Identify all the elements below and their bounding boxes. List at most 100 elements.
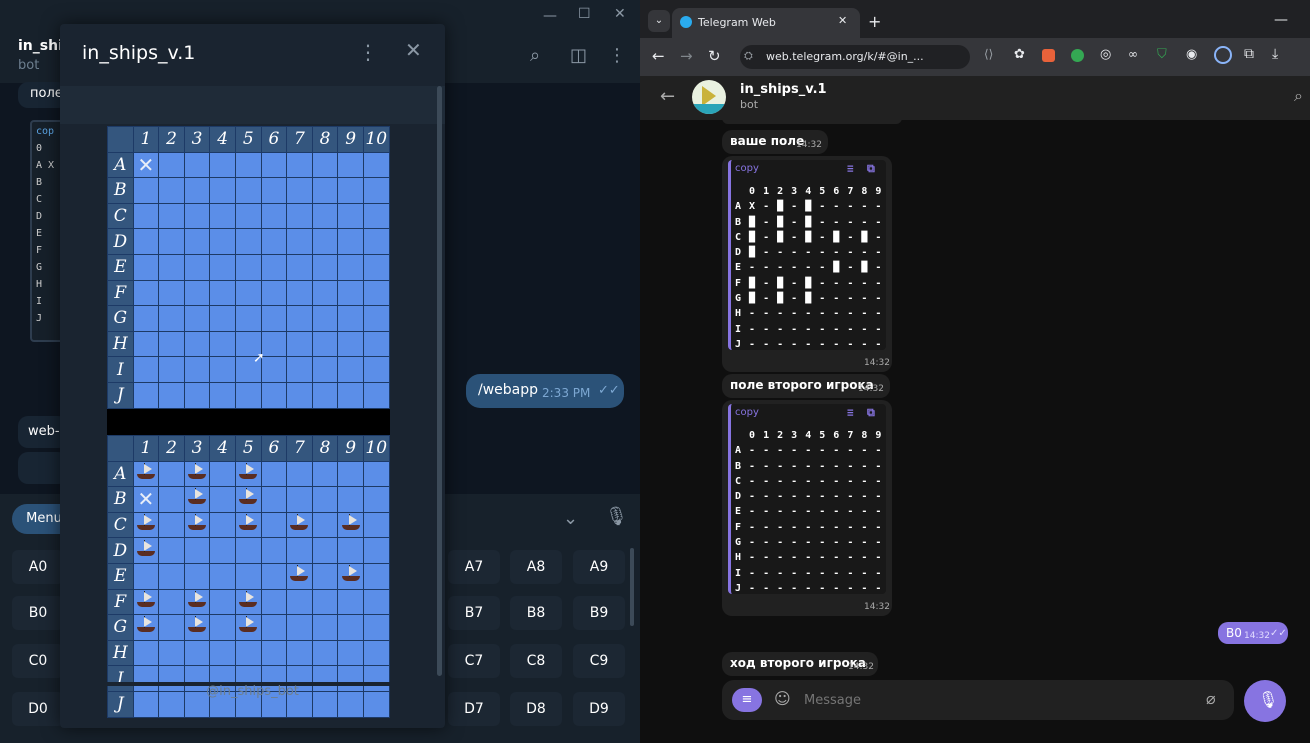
board-cell[interactable] xyxy=(234,177,262,204)
board-cell[interactable] xyxy=(158,639,185,667)
board-cell[interactable] xyxy=(311,381,339,409)
board-cell[interactable] xyxy=(286,460,313,488)
board-cell[interactable] xyxy=(260,279,288,307)
board-cell[interactable] xyxy=(132,253,160,281)
board-cell[interactable] xyxy=(337,279,364,307)
board-cell[interactable] xyxy=(286,279,313,307)
reload-icon[interactable]: ↻ xyxy=(708,47,721,65)
board-cell[interactable] xyxy=(286,330,313,358)
board-cell[interactable] xyxy=(132,460,160,488)
board-cell[interactable] xyxy=(234,614,262,641)
url-field[interactable]: ⛭ web.telegram.org/k/#@in_... xyxy=(740,45,970,69)
board-cell[interactable] xyxy=(260,460,288,488)
board-cell[interactable] xyxy=(260,562,288,590)
board-cell[interactable] xyxy=(234,639,262,667)
board-cell[interactable] xyxy=(311,486,339,513)
board-cell[interactable] xyxy=(234,486,262,513)
copy-button[interactable]: copy xyxy=(735,163,759,174)
board-cell[interactable] xyxy=(158,356,185,383)
board-cell[interactable] xyxy=(234,537,262,564)
board-cell[interactable] xyxy=(183,253,211,281)
board-cell[interactable] xyxy=(209,330,236,358)
board-cell[interactable] xyxy=(337,486,364,513)
board-cell[interactable] xyxy=(183,356,211,383)
board-cell[interactable] xyxy=(234,305,262,332)
maximize-icon[interactable]: ☐ xyxy=(578,6,591,22)
board-cell[interactable] xyxy=(286,614,313,641)
board-cell[interactable] xyxy=(234,562,262,590)
board-cell[interactable] xyxy=(183,511,211,539)
keyboard-toggle-icon[interactable]: ⌄ xyxy=(563,508,578,529)
board-cell[interactable] xyxy=(183,639,211,667)
board-cell[interactable] xyxy=(337,460,364,488)
board-cell[interactable] xyxy=(132,562,160,590)
board-cell[interactable] xyxy=(183,537,211,564)
sidebar-toggle-icon[interactable]: ◫ xyxy=(570,45,587,66)
close-icon[interactable]: ✕ xyxy=(405,38,422,62)
tab-telegram[interactable]: Telegram Web ✕ xyxy=(672,8,860,38)
board-cell[interactable] xyxy=(362,562,390,590)
board-cell[interactable] xyxy=(209,151,236,179)
more-options-icon[interactable]: ⋮ xyxy=(358,40,378,64)
board-cell[interactable] xyxy=(286,228,313,255)
extension-icon[interactable]: ◉ xyxy=(1186,47,1197,62)
board-cell[interactable] xyxy=(260,537,288,564)
board-cell[interactable] xyxy=(158,588,185,616)
board-cell[interactable] xyxy=(209,588,236,616)
extension-icon[interactable]: ⟨⟩ xyxy=(984,47,993,61)
board-cell[interactable] xyxy=(286,486,313,513)
board-cell[interactable] xyxy=(209,614,236,641)
board-cell[interactable] xyxy=(362,330,390,358)
board-cell[interactable] xyxy=(132,588,160,616)
board-cell[interactable] xyxy=(209,511,236,539)
key-button[interactable]: B7 xyxy=(448,596,500,630)
board-cell[interactable] xyxy=(337,151,364,179)
board-cell[interactable] xyxy=(209,202,236,230)
board-cell[interactable] xyxy=(260,614,288,641)
board-cell[interactable] xyxy=(337,177,364,204)
board-cell[interactable] xyxy=(183,588,211,616)
board-cell[interactable] xyxy=(183,279,211,307)
back-arrow-icon[interactable]: ← xyxy=(660,86,675,107)
board-cell[interactable] xyxy=(234,511,262,539)
board-cell[interactable] xyxy=(362,279,390,307)
tab-search-icon[interactable]: ⌄ xyxy=(648,10,670,32)
board-cell[interactable] xyxy=(234,228,262,255)
board-cell[interactable] xyxy=(132,639,160,667)
board-cell[interactable] xyxy=(183,614,211,641)
board-cell[interactable] xyxy=(337,228,364,255)
board-cell[interactable] xyxy=(362,305,390,332)
board-cell[interactable] xyxy=(260,356,288,383)
board-cell[interactable] xyxy=(209,562,236,590)
board-cell[interactable] xyxy=(132,330,160,358)
board-cell[interactable] xyxy=(337,202,364,230)
board-cell[interactable] xyxy=(132,228,160,255)
board-cell[interactable] xyxy=(183,151,211,179)
board-cell[interactable] xyxy=(362,151,390,179)
board-cell[interactable] xyxy=(132,202,160,230)
site-info-icon[interactable]: ⛭ xyxy=(744,49,753,63)
minimize-icon[interactable]: — xyxy=(543,8,557,24)
board-cell[interactable] xyxy=(311,588,339,616)
board-cell[interactable] xyxy=(260,381,288,409)
board-cell[interactable] xyxy=(337,588,364,616)
board-cell[interactable] xyxy=(158,228,185,255)
search-icon[interactable]: ⌕ xyxy=(530,45,540,66)
key-button[interactable]: C7 xyxy=(448,644,500,678)
board-cell[interactable] xyxy=(311,614,339,641)
extension-icon[interactable] xyxy=(1071,49,1084,62)
board-cell[interactable] xyxy=(311,639,339,667)
board-cell[interactable] xyxy=(362,381,390,409)
board-cell[interactable] xyxy=(234,279,262,307)
message-input-area[interactable]: ⌄ 🎙 xyxy=(445,500,640,540)
key-button[interactable]: A0 xyxy=(12,550,64,584)
board-cell[interactable] xyxy=(209,381,236,409)
board-cell[interactable] xyxy=(362,486,390,513)
close-window-icon[interactable]: ✕ xyxy=(614,6,626,22)
board-cell[interactable] xyxy=(158,330,185,358)
board-cell[interactable] xyxy=(286,562,313,590)
board-cell[interactable] xyxy=(286,511,313,539)
board-cell[interactable] xyxy=(286,151,313,179)
download-icon[interactable]: ⤓ xyxy=(1272,46,1278,62)
board-cell[interactable] xyxy=(260,588,288,616)
